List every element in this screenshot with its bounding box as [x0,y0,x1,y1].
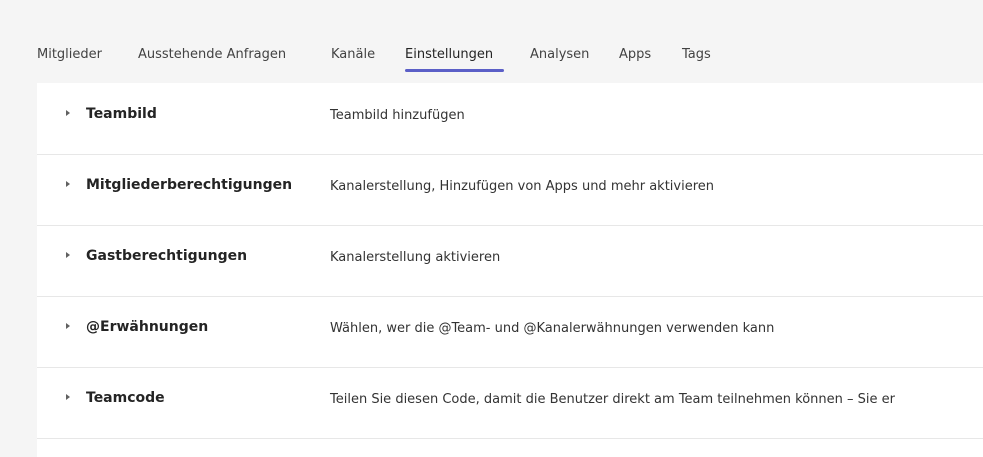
setting-row-guest-permissions[interactable]: Gastberechtigungen Kanalerstellung aktiv… [37,225,983,297]
setting-title: Gastberechtigungen [86,248,248,264]
setting-title: Mitgliederberechtigungen [86,177,293,193]
chevron-right-icon [66,394,70,400]
setting-description: Teambild hinzufügen [330,108,465,123]
tab-settings[interactable]: Einstellungen [405,45,493,65]
setting-description: Teilen Sie diesen Code, damit die Benutz… [330,392,895,407]
setting-title: Teamcode [86,390,165,406]
setting-row-team-code[interactable]: Teamcode Teilen Sie diesen Code, damit d… [37,367,983,439]
setting-row-member-permissions[interactable]: Mitgliederberechtigungen Kanalerstellung… [37,154,983,226]
active-tab-indicator [405,69,504,72]
setting-description: Kanalerstellung, Hinzufügen von Apps und… [330,179,715,194]
setting-row-team-picture[interactable]: Teambild Teambild hinzufügen [37,83,983,155]
chevron-right-icon [66,181,70,187]
setting-row-mentions[interactable]: @Erwähnungen Wählen, wer die @Team- und … [37,296,983,368]
chevron-right-icon [66,252,70,258]
tab-channels[interactable]: Kanäle [331,45,375,65]
settings-panel: Teambild Teambild hinzufügen Mitgliederb… [37,83,983,457]
setting-description: Wählen, wer die @Team- und @Kanalerwähnu… [330,321,775,336]
tab-pending-requests[interactable]: Ausstehende Anfragen [138,45,286,65]
tab-apps[interactable]: Apps [619,45,651,65]
setting-description: Kanalerstellung aktivieren [330,250,501,265]
tab-analytics[interactable]: Analysen [530,45,589,65]
tab-bar: Mitglieder Ausstehende Anfragen Kanäle E… [37,0,983,74]
setting-title: Teambild [86,106,157,122]
tab-tags[interactable]: Tags [682,45,711,65]
chevron-right-icon [66,110,70,116]
tab-members[interactable]: Mitglieder [37,45,102,65]
setting-title: @Erwähnungen [86,319,209,335]
chevron-right-icon [66,323,70,329]
